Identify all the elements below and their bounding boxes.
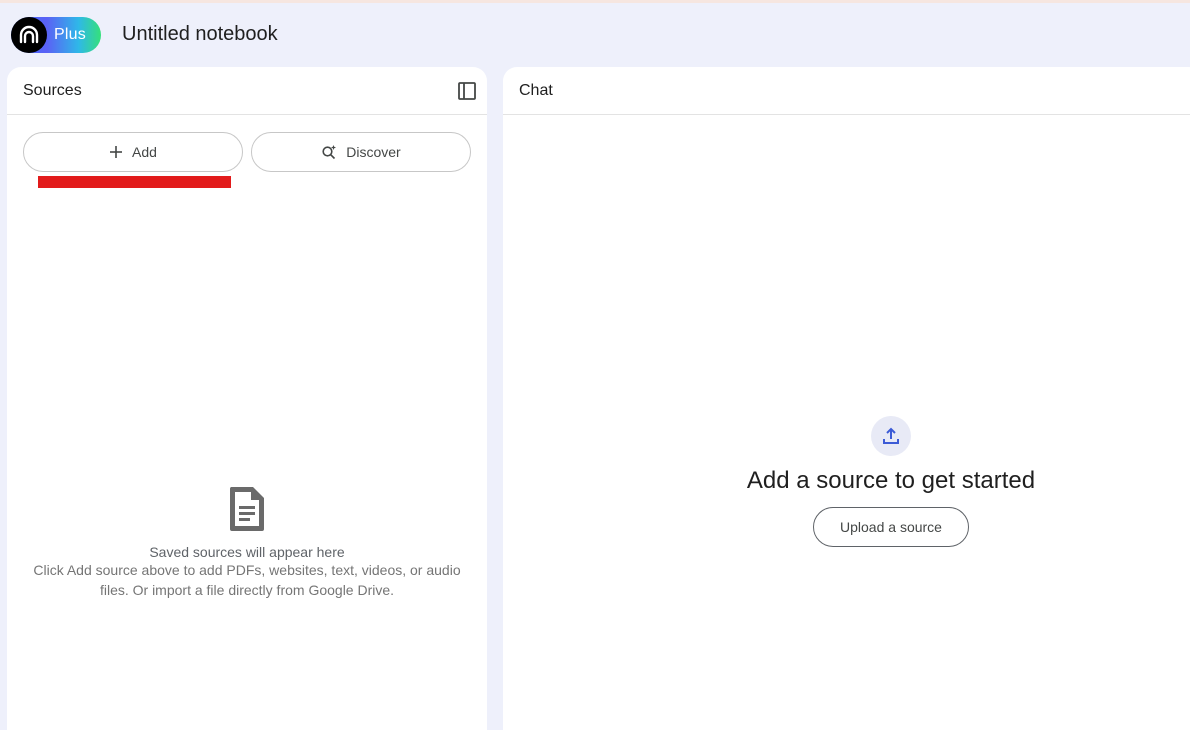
notebook-title[interactable]: Untitled notebook	[122, 23, 278, 46]
sources-panel: Sources Add Discover Saved sources will …	[7, 67, 487, 730]
search-sparkle-icon	[321, 144, 337, 160]
add-button-label: Add	[132, 144, 157, 160]
chat-header: Chat	[503, 67, 1190, 115]
app-header: Plus Untitled notebook	[0, 3, 1190, 67]
source-actions: Add Discover	[23, 132, 471, 172]
upload-icon	[871, 416, 911, 456]
plus-badge[interactable]: Plus	[11, 17, 101, 53]
chat-title: Chat	[519, 81, 553, 99]
panel-collapse-icon[interactable]	[455, 79, 479, 103]
notebooklm-logo-icon	[11, 17, 47, 53]
document-icon	[227, 485, 267, 538]
sources-empty-state: Saved sources will appear here Click Add…	[7, 485, 487, 600]
discover-button-label: Discover	[346, 144, 401, 160]
upload-source-button[interactable]: Upload a source	[813, 507, 969, 547]
chat-empty-state: Add a source to get started Upload a sou…	[503, 416, 1190, 547]
plan-badge-label: Plus	[54, 26, 86, 43]
chat-empty-heading: Add a source to get started	[746, 467, 1036, 494]
sources-header: Sources	[7, 67, 487, 115]
discover-button[interactable]: Discover	[251, 132, 471, 172]
plus-icon	[109, 145, 123, 159]
empty-state-title: Saved sources will appear here	[149, 544, 345, 560]
sources-title: Sources	[23, 81, 82, 99]
annotation-underline	[38, 176, 231, 188]
chat-panel: Chat Add a source to get started Upload …	[503, 67, 1190, 730]
add-source-button[interactable]: Add	[23, 132, 243, 172]
empty-state-description: Click Add source above to add PDFs, webs…	[33, 562, 461, 598]
